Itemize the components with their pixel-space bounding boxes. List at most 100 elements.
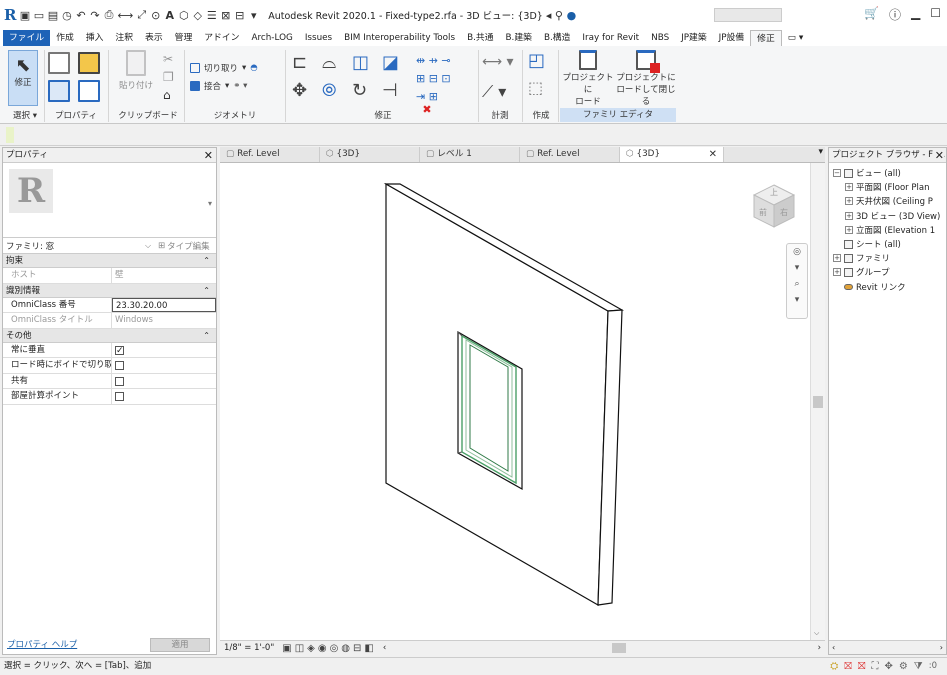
properties-help-link[interactable]: プロパティ ヘルプ [7, 638, 77, 650]
mirror-axis-icon[interactable]: ◫ [352, 52, 369, 73]
mirror-draw-icon[interactable]: ◪ [382, 52, 399, 73]
type-properties-button[interactable] [48, 80, 70, 102]
vertical-scrollbar[interactable]: ⌵ [810, 163, 825, 640]
property-group-header[interactable]: 拘束 ⌃ [3, 254, 216, 268]
cut-geometry-button[interactable]: 切り取り ▾ ◓ [190, 62, 258, 74]
measure-icon[interactable]: ⟷ [117, 9, 133, 22]
collapse-icon[interactable]: − [833, 169, 841, 177]
trim-icon[interactable]: ⊣ [382, 80, 398, 101]
family-selector-row[interactable]: ファミリ: 窓 ⌵ ⊞ タイプ編集 [3, 238, 216, 254]
copy-element-icon[interactable]: ⦾ [322, 80, 336, 101]
property-checkbox[interactable] [115, 344, 124, 359]
chevron-down-icon[interactable]: ▾ [787, 260, 807, 276]
save-icon[interactable]: ▤ [47, 9, 58, 22]
tab-6[interactable]: アドイン [198, 30, 245, 46]
dimension-icon[interactable]: ⤢ [136, 8, 147, 22]
navigation-bar[interactable]: ◎ ▾ ⌕ ▾ [786, 243, 808, 319]
measure-distance-icon[interactable]: ⟷ ▾ [482, 54, 514, 70]
scrollbar-thumb[interactable] [813, 396, 823, 408]
chevron-down-icon[interactable]: ⌵ [145, 241, 151, 251]
tab-12[interactable]: B.構造 [538, 30, 576, 46]
cut-icon[interactable]: ✂ [163, 52, 173, 66]
search-input[interactable] [714, 8, 782, 22]
align-icon[interactable]: ⊏ [292, 52, 307, 73]
load-and-close-button[interactable]: プロジェクトに ロードして閉じる [616, 50, 676, 108]
view-tab-3[interactable]: ▢ Ref. Level [520, 147, 620, 162]
maximize-icon[interactable]: ☐ [930, 6, 941, 23]
scroll-right-icon[interactable]: › [818, 643, 821, 653]
tab-17[interactable]: 修正 [750, 30, 782, 46]
property-group-header[interactable]: その他 ⌃ [3, 328, 216, 343]
minimize-icon[interactable]: ▁ [911, 6, 920, 23]
family-types-button[interactable] [48, 52, 70, 74]
filter-icon[interactable]: ⧩ [914, 658, 923, 675]
tab-13[interactable]: Iray for Revit [576, 30, 645, 46]
view-control-icons[interactable]: ▣◫◈◉◎◍⊟◧ [282, 643, 377, 654]
tab-11[interactable]: B.建築 [500, 30, 538, 46]
scroll-left-icon[interactable]: ‹ [832, 641, 835, 654]
paint-icon[interactable]: ◓ [250, 63, 257, 73]
expand-icon[interactable]: + [833, 254, 841, 263]
paste-button[interactable]: 貼り付け [116, 50, 156, 91]
view-tab-4[interactable]: ⬡ {3D} ✕ [620, 147, 724, 162]
move-icon[interactable]: ✥ [292, 80, 307, 101]
tab-8[interactable]: Issues [299, 30, 338, 46]
browser-node[interactable]: シート (all) [833, 238, 901, 250]
background-process-icon[interactable]: ⚙ [899, 658, 908, 675]
expand-icon[interactable]: + [845, 211, 853, 220]
select-by-face-icon[interactable]: ⛶ [871, 658, 878, 675]
open-icon[interactable]: ▭ [33, 9, 44, 22]
drag-elements-icon[interactable]: ✥ [884, 658, 892, 675]
tab-15[interactable]: JP建築 [675, 30, 713, 46]
thin-lines-icon[interactable]: ☰ [206, 9, 217, 22]
property-checkbox[interactable] [115, 361, 124, 370]
tab-10[interactable]: B.共通 [461, 30, 499, 46]
sync-icon[interactable]: ◷ [61, 9, 72, 22]
view-scale[interactable]: 1/8" = 1'-0" [220, 643, 274, 653]
tab-1[interactable]: 作成 [50, 30, 80, 46]
close-icon[interactable]: ✕ [709, 147, 717, 162]
browser-horizontal-scrollbar[interactable]: ‹ › [829, 640, 946, 654]
type-selector[interactable]: R ▾ [3, 163, 216, 238]
undo-icon[interactable]: ↶ [75, 9, 86, 22]
redo-icon[interactable]: ↷ [89, 9, 100, 22]
revit-logo-icon[interactable]: R [4, 6, 16, 24]
expand-icon[interactable]: + [845, 225, 853, 234]
create-similar-icon[interactable]: ⬚ [528, 78, 543, 97]
tab-9[interactable]: BIM Interoperability Tools [338, 30, 461, 46]
select-links-icon[interactable]: ⛭ [830, 658, 838, 675]
select-pinned-icon[interactable]: ⛝ [858, 658, 866, 675]
steering-wheel-icon[interactable]: ◎ [787, 244, 807, 260]
print-icon[interactable]: ⎙ [103, 8, 114, 22]
tab-14[interactable]: NBS [645, 30, 675, 46]
tab-16[interactable]: JP設備 [713, 30, 751, 46]
view-tabs-menu-icon[interactable]: ▾ [818, 147, 823, 157]
array-icon[interactable]: ⊞ ⊟ ⊡ [416, 72, 451, 85]
chevron-down-icon[interactable]: ▾ [208, 199, 212, 208]
zoom-icon[interactable]: ⌕ [787, 276, 807, 292]
chevron-down-icon[interactable]: ⌵ [814, 629, 819, 638]
property-checkbox[interactable] [115, 392, 124, 401]
tab-4[interactable]: 表示 [139, 30, 169, 46]
text-icon[interactable]: A [164, 9, 175, 22]
customize-qa-icon[interactable]: ▾ [248, 9, 259, 22]
scroll-right-icon[interactable]: › [940, 641, 943, 654]
scroll-left-icon[interactable]: ‹ [383, 643, 386, 653]
split-face-icon[interactable]: ⚭ ▾ [233, 81, 247, 91]
edit-type-button[interactable]: ⊞ タイプ編集 [158, 240, 210, 252]
modify-button[interactable]: ⬉ 修正 [8, 50, 38, 106]
tab-2[interactable]: 挿入 [80, 30, 110, 46]
expand-icon[interactable]: + [845, 197, 853, 206]
load-into-project-button[interactable]: プロジェクトに ロード [562, 50, 614, 108]
browser-node[interactable]: + グループ [833, 266, 890, 278]
match-properties-icon[interactable]: ⌂ [163, 88, 171, 102]
browser-node[interactable]: − ビュー (all) [833, 167, 901, 179]
help-icon[interactable]: ⓘ [889, 6, 901, 23]
binoculars-icon[interactable]: ◂ ⚲ [546, 9, 563, 22]
browser-node[interactable]: + 立面図 (Elevation 1 [845, 224, 935, 236]
apply-button[interactable]: 適用 [150, 638, 210, 652]
collapse-icon[interactable]: ⌃ [203, 254, 210, 268]
viewcube[interactable]: 上 前 右 [750, 181, 798, 229]
browser-node[interactable]: + 平面図 (Floor Plan [845, 181, 929, 193]
user-icon[interactable]: ● [566, 9, 577, 22]
